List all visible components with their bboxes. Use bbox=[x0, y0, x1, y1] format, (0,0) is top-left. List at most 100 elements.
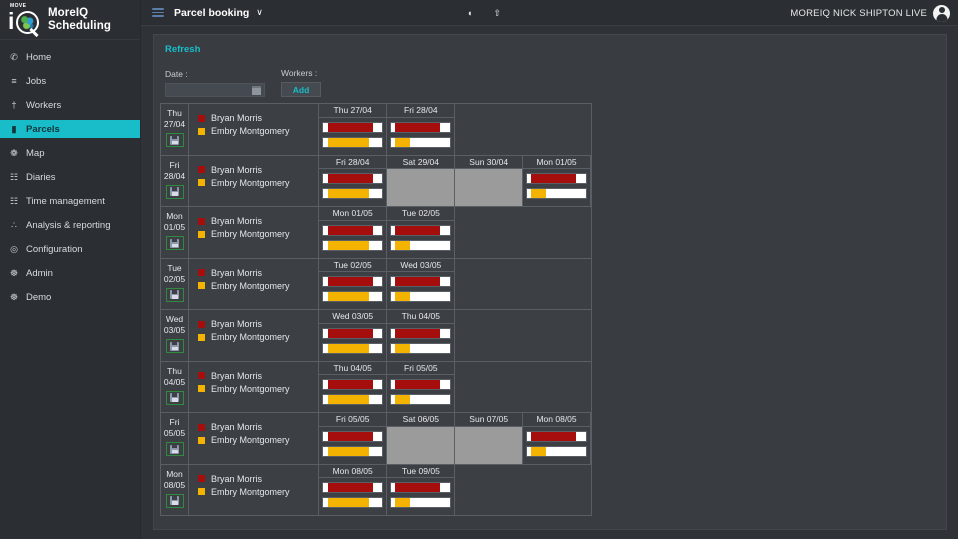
legend-entry: Bryan Morris bbox=[198, 165, 318, 175]
diary-icon: ☷ bbox=[9, 172, 19, 182]
day-bars-row bbox=[319, 219, 591, 258]
sidebar-item-parcels[interactable]: ▮ Parcels bbox=[0, 120, 140, 138]
day-cell[interactable] bbox=[319, 271, 388, 309]
day-header-cell: Sun 07/05 bbox=[454, 413, 524, 427]
capacity-bar[interactable] bbox=[322, 276, 384, 287]
app-logo[interactable]: MOVE i MoreIQ Scheduling bbox=[0, 0, 140, 40]
capacity-bar[interactable] bbox=[390, 239, 452, 251]
calendar-icon[interactable] bbox=[252, 86, 261, 95]
capacity-bar[interactable] bbox=[390, 342, 452, 354]
day-cell[interactable] bbox=[522, 425, 591, 464]
day-cell-weekend[interactable] bbox=[454, 425, 524, 464]
capacity-bar[interactable] bbox=[526, 445, 587, 457]
capacity-bar[interactable] bbox=[322, 136, 384, 148]
day-cell[interactable] bbox=[386, 374, 456, 412]
day-cell-weekend[interactable] bbox=[386, 168, 456, 206]
capacity-bar[interactable] bbox=[390, 276, 452, 287]
hamburger-icon[interactable] bbox=[152, 8, 164, 17]
day-cell[interactable] bbox=[386, 219, 456, 258]
day-cell-weekend[interactable] bbox=[454, 168, 524, 206]
save-row-button[interactable] bbox=[165, 493, 184, 508]
sidebar-item-configuration[interactable]: ◎ Configuration bbox=[0, 240, 140, 258]
capacity-bar[interactable] bbox=[390, 224, 452, 236]
day-cell[interactable] bbox=[319, 322, 388, 361]
chevron-down-icon[interactable]: ∨ bbox=[256, 7, 263, 18]
capacity-bar[interactable] bbox=[322, 173, 384, 184]
sidebar-item-diaries[interactable]: ☷ Diaries bbox=[0, 168, 140, 186]
capacity-bar[interactable] bbox=[322, 291, 384, 302]
capacity-bar[interactable] bbox=[390, 482, 452, 493]
add-worker-button[interactable]: Add bbox=[281, 82, 321, 97]
sidebar-item-analysis-reporting[interactable]: ∴ Analysis & reporting bbox=[0, 216, 140, 234]
day-header-row: Thu 04/05 Fri 05/05 bbox=[319, 361, 591, 375]
capacity-bar[interactable] bbox=[390, 136, 452, 148]
day-cell[interactable] bbox=[386, 116, 456, 155]
capacity-bar[interactable] bbox=[322, 497, 384, 508]
capacity-bar[interactable] bbox=[390, 327, 452, 339]
capacity-bar[interactable] bbox=[390, 291, 452, 302]
sidebar-item-label: Home bbox=[26, 51, 52, 63]
sidebar-item-label: Analysis & reporting bbox=[26, 219, 111, 231]
save-row-button[interactable] bbox=[165, 236, 184, 250]
day-cell[interactable] bbox=[319, 116, 388, 155]
row-worker-legend: Bryan Morris Embry Montgomery bbox=[188, 309, 319, 362]
refresh-link[interactable]: Refresh bbox=[154, 35, 946, 55]
day-cell[interactable] bbox=[319, 477, 388, 515]
save-row-button[interactable] bbox=[165, 184, 184, 199]
capacity-bar[interactable] bbox=[322, 121, 384, 133]
day-cell[interactable] bbox=[386, 477, 456, 515]
capacity-bar[interactable] bbox=[322, 188, 384, 199]
day-cell[interactable] bbox=[319, 219, 388, 258]
capacity-bar[interactable] bbox=[526, 188, 587, 199]
bar-segment-booked bbox=[327, 446, 370, 456]
sidebar-item-workers[interactable]: † Workers bbox=[0, 96, 140, 114]
capacity-bar[interactable] bbox=[322, 342, 384, 354]
export-icon[interactable]: ⇧ bbox=[493, 8, 501, 18]
avatar[interactable] bbox=[933, 4, 950, 22]
capacity-bar[interactable] bbox=[322, 379, 384, 390]
bar-segment-booked bbox=[395, 395, 411, 404]
sidebar-item-jobs[interactable]: ≡ Jobs bbox=[0, 72, 140, 90]
sidebar-item-demo[interactable]: ☸ Demo bbox=[0, 288, 140, 306]
save-row-button[interactable] bbox=[165, 442, 184, 456]
day-cell-weekend[interactable] bbox=[386, 425, 456, 464]
save-row-button[interactable] bbox=[165, 133, 184, 147]
capacity-bar[interactable] bbox=[322, 445, 384, 457]
capacity-bar[interactable] bbox=[526, 173, 587, 184]
capacity-bar[interactable] bbox=[390, 394, 452, 405]
bar-segment-free bbox=[410, 498, 451, 507]
back-circle-icon[interactable]: ◖ bbox=[467, 8, 472, 18]
day-header-cell: Mon 08/05 bbox=[319, 464, 388, 478]
bar-segment-booked bbox=[395, 240, 411, 250]
capacity-bar[interactable] bbox=[390, 497, 452, 508]
capacity-bar[interactable] bbox=[526, 430, 587, 442]
row-date-cell: Mon 01/05 bbox=[160, 206, 189, 259]
bar-segment-free bbox=[372, 277, 383, 286]
sidebar-item-home[interactable]: ✆ Home bbox=[0, 48, 140, 66]
save-row-button[interactable] bbox=[165, 339, 184, 353]
capacity-bar[interactable] bbox=[322, 430, 384, 442]
capacity-bar[interactable] bbox=[390, 379, 452, 390]
sidebar-item-time-management[interactable]: ☷ Time management bbox=[0, 192, 140, 210]
capacity-bar[interactable] bbox=[322, 394, 384, 405]
capacity-bar[interactable] bbox=[322, 224, 384, 236]
capacity-bar[interactable] bbox=[322, 327, 384, 339]
capacity-bar[interactable] bbox=[390, 121, 452, 133]
sidebar-item-map[interactable]: ❁ Map bbox=[0, 144, 140, 162]
day-cell[interactable] bbox=[386, 322, 456, 361]
capacity-bar[interactable] bbox=[322, 482, 384, 493]
day-cell[interactable] bbox=[386, 271, 456, 309]
day-cell[interactable] bbox=[319, 374, 388, 412]
save-row-button[interactable] bbox=[165, 390, 184, 405]
table-row: Tue 02/05 Bryan Morris Embry Montgomery Tue … bbox=[160, 257, 592, 310]
bar-segment-free bbox=[372, 225, 383, 235]
day-cell[interactable] bbox=[522, 168, 591, 206]
bar-segment-free bbox=[440, 328, 451, 338]
sidebar-item-admin[interactable]: ☸ Admin bbox=[0, 264, 140, 282]
bar-segment-booked bbox=[395, 277, 441, 286]
day-cell[interactable] bbox=[319, 168, 388, 206]
day-cell[interactable] bbox=[319, 425, 388, 464]
capacity-bar[interactable] bbox=[322, 239, 384, 251]
save-row-button[interactable] bbox=[165, 287, 184, 302]
date-input[interactable] bbox=[165, 83, 265, 97]
